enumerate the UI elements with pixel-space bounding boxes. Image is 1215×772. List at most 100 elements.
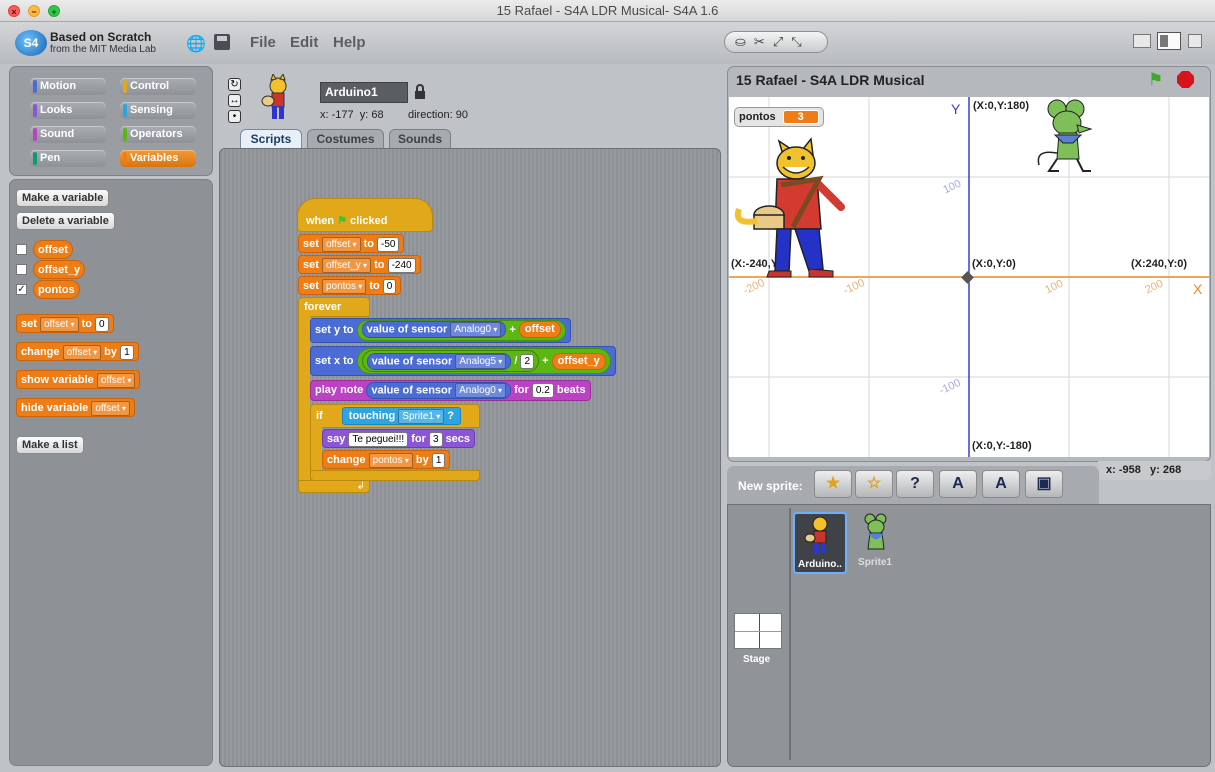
lock-icon[interactable]: [415, 84, 426, 99]
analog-port-dropdown[interactable]: Analog5: [455, 353, 507, 369]
shrink-icon[interactable]: ⤡: [791, 34, 809, 49]
grow-icon[interactable]: ⤢: [773, 34, 791, 49]
stage-canvas[interactable]: Y X (X:0,Y:180) (X:-240,Y:0) (X:0,Y:0) (…: [729, 97, 1209, 457]
menu-file[interactable]: File: [250, 34, 276, 51]
plus-operator[interactable]: value of sensor Analog0 + offset: [356, 319, 566, 341]
normal-stage-icon[interactable]: [1157, 32, 1181, 50]
pontos-monitor[interactable]: pontos 3: [734, 107, 824, 127]
analog-port-dropdown[interactable]: Analog0: [455, 382, 507, 398]
touching-target-dropdown[interactable]: Sprite1: [398, 408, 445, 424]
stamp-icon[interactable]: ⛀: [735, 34, 754, 49]
small-stage-icon[interactable]: [1133, 34, 1151, 48]
sprite-name-field[interactable]: Arduino1: [320, 82, 408, 103]
category-control[interactable]: Control: [120, 78, 196, 95]
close-window-button[interactable]: ×: [8, 5, 20, 17]
value-input[interactable]: 1: [431, 452, 446, 468]
presentation-mode-icon[interactable]: [1188, 34, 1202, 48]
sensor-reporter[interactable]: value of sensor Analog0: [366, 381, 512, 399]
cut-icon[interactable]: ✂: [754, 34, 773, 49]
touching-sensing-block[interactable]: touching Sprite1 ?: [341, 407, 462, 426]
green-flag-icon[interactable]: ⚑: [1148, 70, 1163, 90]
change-variable-block[interactable]: change offset by 1: [16, 342, 139, 361]
if-block[interactable]: if touching Sprite1 ?: [310, 404, 480, 428]
menu-help[interactable]: Help: [333, 34, 366, 51]
new-arduino-sprite-icon[interactable]: A: [939, 470, 977, 498]
offset-y-monitor-checkbox[interactable]: [16, 264, 27, 275]
show-variable-block[interactable]: show variable offset: [16, 370, 141, 389]
category-looks[interactable]: Looks: [30, 102, 106, 119]
say-text-input[interactable]: Te peguei!!!: [348, 431, 409, 447]
make-list-button[interactable]: Make a list: [16, 436, 84, 454]
var-dropdown[interactable]: offset_y: [321, 257, 372, 273]
value-input[interactable]: 0: [382, 278, 397, 294]
beats-input[interactable]: 0.2: [531, 382, 554, 398]
arduino-board-icon[interactable]: ▣: [1025, 470, 1063, 498]
set-offset-block[interactable]: set offset to -50: [298, 234, 405, 253]
stop-sign-icon[interactable]: [1177, 71, 1194, 88]
random-sprite-icon[interactable]: ?: [896, 470, 934, 498]
sensor-reporter[interactable]: value of sensor Analog5: [366, 352, 512, 370]
rotation-flip-icon[interactable]: ↔: [228, 94, 241, 107]
offset-monitor-checkbox[interactable]: [16, 244, 27, 255]
category-sound[interactable]: Sound: [30, 126, 106, 143]
minimize-window-button[interactable]: −: [28, 5, 40, 17]
set-value-input[interactable]: 0: [95, 316, 109, 332]
set-pontos-block[interactable]: set pontos to 0: [298, 276, 402, 295]
tab-sounds[interactable]: Sounds: [389, 129, 451, 148]
change-var-dropdown[interactable]: offset: [62, 344, 102, 360]
say-for-secs-block[interactable]: say Te peguei!!! for 3 secs: [322, 429, 476, 448]
category-pen[interactable]: Pen: [30, 150, 106, 167]
sprite-thumb-sprite1[interactable]: Sprite1: [850, 512, 900, 574]
secs-input[interactable]: 3: [428, 431, 443, 447]
cat-drummer-sprite[interactable]: [733, 137, 853, 279]
offset-y-reporter[interactable]: offset_y: [551, 352, 606, 370]
play-note-block[interactable]: play note value of sensor Analog0 for 0.…: [310, 380, 591, 401]
tab-scripts[interactable]: Scripts: [240, 129, 302, 148]
hide-variable-block[interactable]: hide variable offset: [16, 398, 135, 417]
var-dropdown[interactable]: pontos: [368, 452, 413, 468]
choose-sprite-from-file-icon[interactable]: ☆: [855, 470, 893, 498]
value-input[interactable]: -50: [377, 236, 400, 252]
offset-reporter[interactable]: offset: [518, 321, 561, 339]
change-value-input[interactable]: 1: [120, 344, 134, 360]
category-sensing[interactable]: Sensing: [120, 102, 196, 119]
set-x-block[interactable]: set x to value of sensor Analog5 / 2 + o…: [310, 346, 616, 376]
delete-variable-button[interactable]: Delete a variable: [16, 212, 115, 230]
maximize-window-button[interactable]: +: [48, 5, 60, 17]
hide-var-dropdown[interactable]: offset: [91, 400, 130, 416]
analog-port-dropdown[interactable]: Analog0: [450, 322, 502, 338]
divide-operator[interactable]: value of sensor Analog5 / 2: [361, 350, 540, 373]
set-offset-y-block[interactable]: set offset_y to -240: [298, 255, 421, 274]
mouse-sprite[interactable]: [1029, 99, 1101, 175]
sprite-thumb-arduino1[interactable]: Arduino..: [793, 512, 847, 574]
offset-y-reporter[interactable]: offset_y: [33, 260, 86, 279]
var-dropdown[interactable]: pontos: [321, 278, 367, 294]
set-y-block[interactable]: set y to value of sensor Analog0 + offse…: [310, 318, 571, 343]
set-var-dropdown[interactable]: offset: [39, 316, 79, 332]
pontos-monitor-checkbox[interactable]: ✓: [16, 284, 27, 295]
show-var-dropdown[interactable]: offset: [96, 372, 136, 388]
stage-thumb[interactable]: [734, 613, 782, 649]
pontos-reporter[interactable]: pontos: [33, 280, 80, 299]
category-operators[interactable]: Operators: [120, 126, 196, 143]
category-motion[interactable]: Motion: [30, 78, 106, 95]
language-globe-icon[interactable]: 🌐: [186, 34, 206, 54]
rotation-none-icon[interactable]: •: [228, 110, 241, 123]
save-disk-icon[interactable]: [214, 34, 230, 50]
var-dropdown[interactable]: offset: [321, 236, 361, 252]
tab-costumes[interactable]: Costumes: [307, 129, 384, 148]
when-flag-clicked-hat[interactable]: when ⚑ clicked: [297, 198, 433, 232]
arduino-edit-icon[interactable]: A: [982, 470, 1020, 498]
plus-operator[interactable]: value of sensor Analog5 / 2 + offset_y: [356, 348, 611, 375]
rotation-free-icon[interactable]: ↻: [228, 78, 241, 91]
change-pontos-block[interactable]: change pontos by 1: [322, 450, 451, 469]
make-variable-button[interactable]: Make a variable: [16, 189, 110, 207]
set-variable-block[interactable]: set offset to 0: [16, 314, 114, 333]
offset-reporter[interactable]: offset: [33, 240, 73, 259]
divisor-input[interactable]: 2: [520, 353, 535, 369]
forever-block[interactable]: forever: [298, 297, 370, 317]
menu-edit[interactable]: Edit: [290, 34, 318, 51]
script-area[interactable]: [219, 148, 721, 767]
sensor-reporter[interactable]: value of sensor Analog0: [361, 321, 507, 339]
paint-new-sprite-icon[interactable]: ★: [814, 470, 852, 498]
